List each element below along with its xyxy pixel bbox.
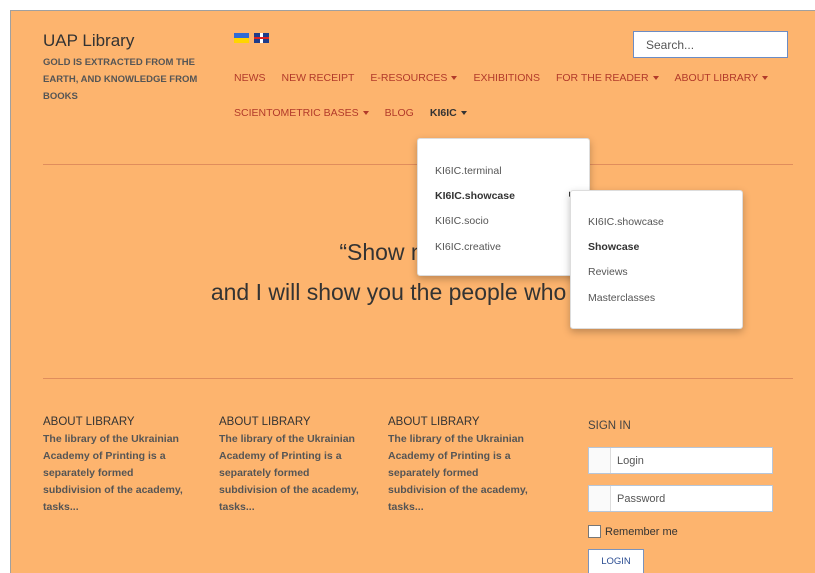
signin-title: SIGN IN	[588, 420, 631, 432]
nav-item-about-library[interactable]: ABOUT LIBRARY	[675, 72, 769, 84]
login-button[interactable]: LOGIN	[588, 549, 644, 573]
footer-column-text: The library of the Ukrainian Academy of …	[388, 433, 528, 513]
submenu-item[interactable]: KI6IC.showcase	[588, 216, 664, 228]
nav-item-label: BLOG	[384, 107, 414, 119]
user-icon	[589, 448, 611, 473]
site-tagline: GOLD IS EXTRACTED FROM THE EARTH, AND KN…	[43, 57, 198, 102]
caret-down-icon	[652, 76, 659, 81]
footer-column-text: The library of the Ukrainian Academy of …	[219, 433, 359, 513]
nav-item-for-the-reader[interactable]: FOR THE READER	[556, 72, 659, 84]
dropdown-item[interactable]: KI6IC.creative	[435, 241, 501, 253]
password-field	[588, 485, 773, 512]
footer-column-2: ABOUT LIBRARY The library of the Ukraini…	[219, 416, 364, 516]
footer-column-title[interactable]: ABOUT LIBRARY	[388, 416, 533, 428]
password-input[interactable]	[617, 486, 767, 511]
ukraine-flag-icon[interactable]	[234, 33, 249, 43]
nav-item-label: E-RESOURCES	[370, 72, 448, 84]
footer-column-1: ABOUT LIBRARY The library of the Ukraini…	[43, 416, 188, 516]
nav-item-blog[interactable]: BLOG	[385, 107, 414, 119]
nav-item-label: NEWS	[234, 72, 266, 84]
site-title[interactable]: UAP Library	[43, 31, 213, 51]
lock-icon	[589, 486, 611, 511]
nav-item-scientometric-bases[interactable]: SCIENTOMETRIC BASES	[234, 107, 369, 119]
search-input[interactable]	[633, 31, 788, 58]
login-input[interactable]	[617, 448, 767, 473]
nav-item-label: NEW RECEIPT	[281, 72, 355, 84]
caret-down-icon	[451, 76, 458, 81]
nav-item-label: KI6IC	[429, 107, 457, 119]
caret-down-icon	[362, 111, 369, 116]
nav-item-label: SCIENTOMETRIC BASES	[234, 107, 359, 119]
footer-column-title[interactable]: ABOUT LIBRARY	[219, 416, 364, 428]
nav-item-label: EXHIBITIONS	[473, 72, 540, 84]
footer-column-3: ABOUT LIBRARY The library of the Ukraini…	[388, 416, 533, 516]
language-switcher	[234, 33, 269, 43]
nav-item-new-receipt[interactable]: NEW RECEIPT	[282, 72, 355, 84]
submenu-item[interactable]: Masterclasses	[588, 292, 655, 304]
footer-column-title[interactable]: ABOUT LIBRARY	[43, 416, 188, 428]
nav-item-exhibitions[interactable]: EXHIBITIONS	[473, 72, 540, 84]
page-root: UAP Library GOLD IS EXTRACTED FROM THE E…	[10, 10, 815, 573]
nav-item-ki6ic[interactable]: KI6IC	[430, 107, 467, 119]
login-field	[588, 447, 773, 474]
remember-checkbox[interactable]	[588, 525, 601, 538]
main-nav-row-1: NEWS NEW RECEIPT E-RESOURCES EXHIBITIONS FOR…	[234, 72, 774, 84]
caret-down-icon	[762, 76, 769, 81]
showcase-submenu: KI6IC.showcase Showcase Reviews Mastercl…	[570, 190, 743, 329]
nav-item-label: ABOUT LIBRARY	[674, 72, 759, 84]
nav-item-news[interactable]: NEWS	[234, 72, 266, 84]
nav-item-e-resources[interactable]: E-RESOURCES	[370, 72, 458, 84]
footer-column-text: The library of the Ukrainian Academy of …	[43, 433, 183, 513]
ki6ic-dropdown-menu: KI6IC.terminal KI6IC.showcase ▶ KI6IC.so…	[417, 138, 590, 276]
caret-down-icon	[460, 111, 467, 116]
main-nav-row-2: SCIENTOMETRIC BASES BLOG KI6IC	[234, 107, 774, 119]
dropdown-item[interactable]: KI6IC.terminal	[435, 165, 502, 177]
uk-flag-icon[interactable]	[254, 33, 269, 43]
brand-block: UAP Library GOLD IS EXTRACTED FROM THE E…	[43, 31, 213, 105]
dropdown-item-active[interactable]: KI6IC.showcase	[435, 190, 515, 202]
submenu-item-active[interactable]: Showcase	[588, 241, 639, 253]
dropdown-item[interactable]: KI6IC.socio	[435, 215, 489, 227]
remember-me: Remember me	[588, 525, 678, 538]
nav-item-label: FOR THE READER	[555, 72, 649, 84]
divider-bottom	[43, 378, 793, 379]
submenu-item[interactable]: Reviews	[588, 266, 628, 278]
remember-label[interactable]: Remember me	[605, 526, 678, 538]
